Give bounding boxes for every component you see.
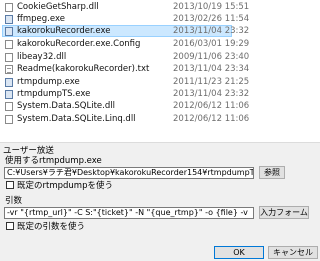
rtmpdump-label: 使用するrtmpdump.exe <box>5 156 102 166</box>
file-icon <box>5 102 13 111</box>
file-icon <box>5 40 13 49</box>
file-date: 2016/03/01 19:29 <box>173 39 250 49</box>
file-date: 2013/10/19 15:51 <box>173 2 250 12</box>
file-row[interactable]: Readme(kakorokuRecorder).txt 2013/11/04 … <box>0 63 320 75</box>
file-date: 2009/11/06 23:40 <box>173 52 250 62</box>
args-input[interactable]: -vr "{rtmp_url}" -C S:"{ticket}" -N "{qu… <box>4 207 254 219</box>
file-date: 2012/06/12 11:06 <box>173 114 250 124</box>
exe-icon <box>5 78 13 87</box>
file-icon <box>5 3 13 12</box>
file-icon <box>5 53 13 62</box>
divider <box>0 142 320 143</box>
use-default-rtmpdump-checkbox[interactable] <box>6 181 14 189</box>
file-row-selected[interactable]: kakorokuRecorder.exe 2013/11/04 23:32 <box>0 25 320 37</box>
exe-icon <box>5 27 13 36</box>
use-default-rtmpdump-label: 既定のrtmpdumpを使う <box>17 181 113 191</box>
file-row[interactable]: System.Data.SQLite.Linq.dll 2012/06/12 1… <box>0 113 320 125</box>
file-name: CookieGetSharp.dll <box>17 2 99 12</box>
cancel-button[interactable]: キャンセル <box>268 246 318 259</box>
use-default-args-checkbox[interactable] <box>6 222 14 230</box>
file-name: Readme(kakorokuRecorder).txt <box>17 64 150 74</box>
file-list: CookieGetSharp.dll 2013/10/19 15:51 ffmp… <box>0 0 320 142</box>
file-row[interactable]: kakorokuRecorder.exe.Config 2016/03/01 1… <box>0 38 320 50</box>
rtmpdump-path-input[interactable]: C:¥Users¥ラチ君¥Desktop¥kakorokuRecorder154… <box>4 167 254 179</box>
file-row[interactable]: rtmpdumpTS.exe 2013/11/04 23:32 <box>0 88 320 100</box>
file-name: rtmpdumpTS.exe <box>17 89 91 99</box>
file-name: rtmpdump.exe <box>17 77 80 87</box>
file-row[interactable]: rtmpdump.exe 2011/11/23 21:25 <box>0 76 320 88</box>
args-label: 引数 <box>5 196 23 206</box>
file-name: kakorokuRecorder.exe.Config <box>17 39 141 49</box>
exe-icon <box>5 90 13 99</box>
input-form-button[interactable]: 入力フォーム <box>259 206 309 219</box>
file-date: 2012/06/12 11:06 <box>173 101 250 111</box>
ok-button[interactable]: OK <box>214 246 264 259</box>
file-name: System.Data.SQLite.dll <box>17 101 115 111</box>
text-file-icon <box>5 65 13 74</box>
file-date: 2013/11/04 23:34 <box>173 64 250 74</box>
section-title: ユーザー放送 <box>3 146 54 156</box>
file-row[interactable]: CookieGetSharp.dll 2013/10/19 15:51 <box>0 1 320 13</box>
file-row[interactable]: System.Data.SQLite.dll 2012/06/12 11:06 <box>0 100 320 112</box>
file-name: ffmpeg.exe <box>17 14 65 24</box>
file-name: System.Data.SQLite.Linq.dll <box>17 114 136 124</box>
file-name: libeay32.dll <box>17 52 67 62</box>
use-default-args-label: 既定の引数を使う <box>17 222 86 232</box>
file-date: 2013/11/04 23:32 <box>173 89 250 99</box>
file-row[interactable]: ffmpeg.exe 2013/02/26 11:54 <box>0 13 320 25</box>
file-name: kakorokuRecorder.exe <box>17 26 111 36</box>
file-date: 2011/11/23 21:25 <box>173 77 250 87</box>
exe-icon <box>5 15 13 24</box>
file-date: 2013/11/04 23:32 <box>173 26 250 36</box>
browse-button[interactable]: 参照 <box>259 166 285 179</box>
file-icon <box>5 115 13 124</box>
file-date: 2013/02/26 11:54 <box>173 14 250 24</box>
file-row[interactable]: libeay32.dll 2009/11/06 23:40 <box>0 51 320 63</box>
